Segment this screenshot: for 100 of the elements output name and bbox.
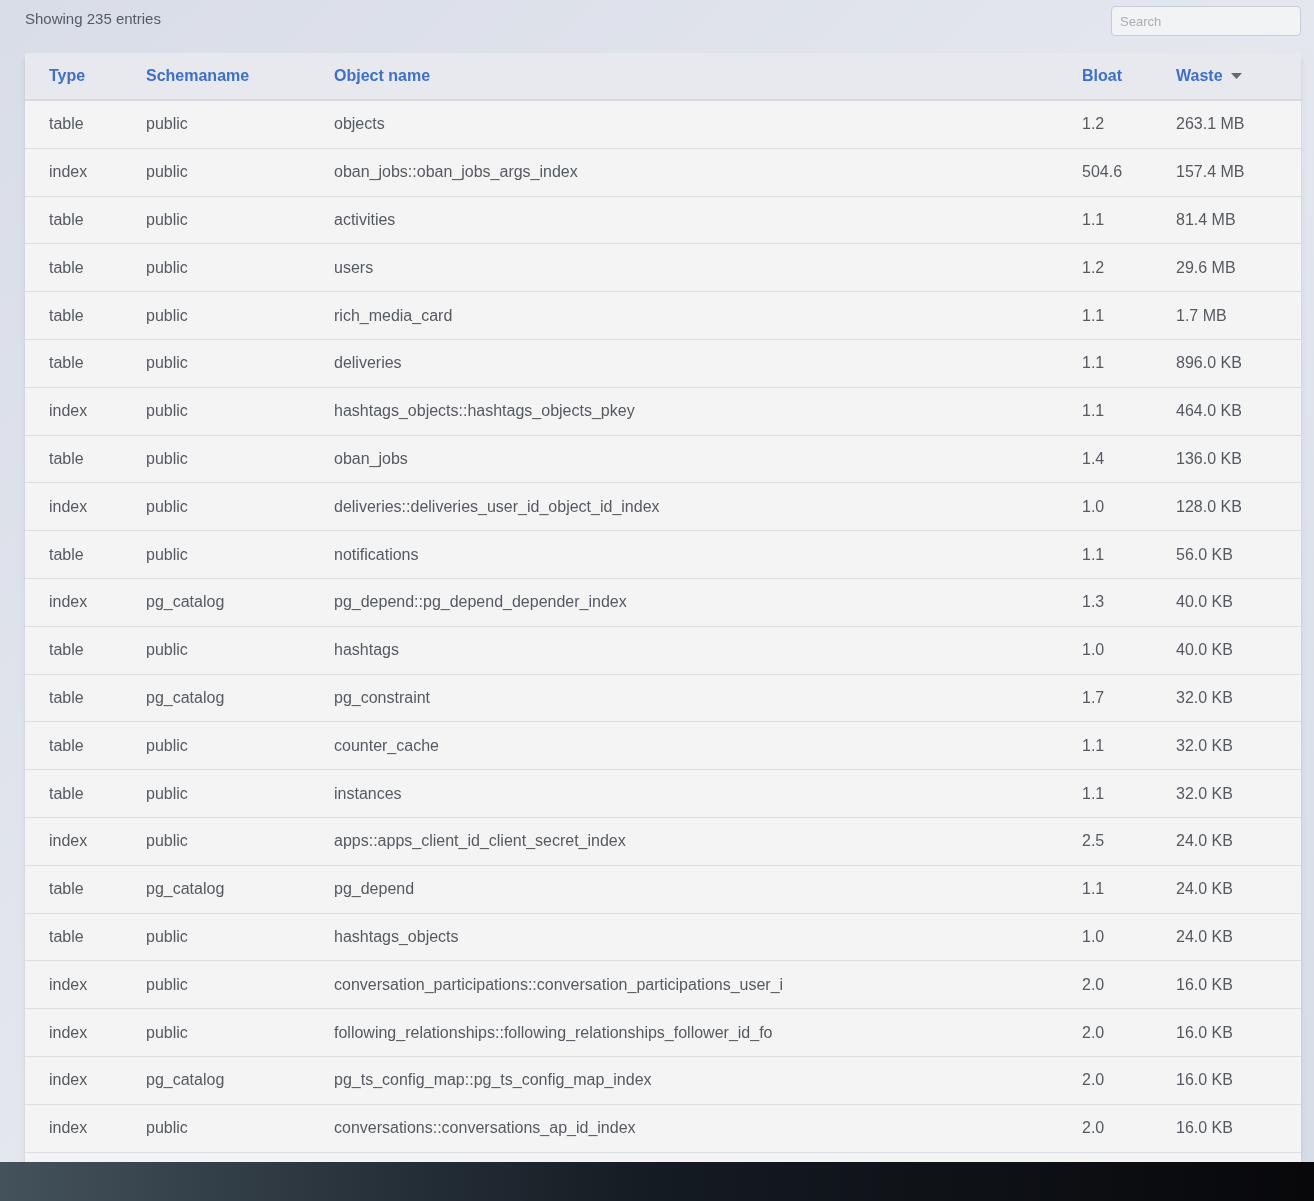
table-cell: public xyxy=(146,641,188,659)
table-cell: table xyxy=(49,354,84,372)
column-header[interactable]: Object name xyxy=(334,64,431,88)
table-cell: public xyxy=(146,1023,188,1041)
table-cell: pg_depend xyxy=(334,880,415,898)
table-cell: index xyxy=(49,1023,88,1041)
table-cell: users xyxy=(334,258,374,276)
table-cell: 1.0 xyxy=(1082,927,1105,945)
table-cell: 1.3 xyxy=(1082,593,1105,611)
table-cell: objects xyxy=(334,115,385,133)
table-cell: 2.0 xyxy=(1082,1023,1105,1041)
table-cell: oban_jobs xyxy=(334,449,408,467)
table-cell: table xyxy=(49,641,84,659)
table-cell: 2.0 xyxy=(1082,975,1105,993)
table-cell: conversation_participations::conversation_participations_user_i xyxy=(334,975,784,993)
table-cell: table xyxy=(49,927,84,945)
table-cell: 16.0 KB xyxy=(1176,1071,1233,1089)
table-cell: pg_catalog xyxy=(146,593,225,611)
table-cell: 1.7 xyxy=(1082,688,1105,706)
table-cell: 1.1 xyxy=(1082,402,1105,420)
table-cell: table xyxy=(49,115,84,133)
table-cell: conversations::conversations_ap_id_index xyxy=(334,1119,636,1137)
table-cell: deliveries::deliveries_user_id_object_id_index xyxy=(334,497,660,515)
table-cell: 464.0 KB xyxy=(1176,402,1242,420)
table-cell: 40.0 KB xyxy=(1176,593,1233,611)
table-cell: oban_jobs::oban_jobs_args_index xyxy=(334,163,578,181)
table-cell: index xyxy=(49,1071,88,1089)
table-cell: 263.1 MB xyxy=(1176,115,1245,133)
table-cell: 24.0 KB xyxy=(1176,927,1233,945)
column-header[interactable]: Schemaname xyxy=(146,64,250,88)
table-cell: 16.0 KB xyxy=(1176,1119,1233,1137)
table-cell: hashtags_objects::hashtags_objects_pkey xyxy=(334,402,635,420)
table-cell: table xyxy=(49,736,84,754)
table-cell: index xyxy=(49,975,88,993)
table-cell: public xyxy=(146,784,188,802)
column-header[interactable]: Type xyxy=(49,64,86,88)
table-cell: table xyxy=(49,880,84,898)
table-cell: 1.1 xyxy=(1082,880,1105,898)
table-cell: table xyxy=(49,545,84,563)
table-cell: public xyxy=(146,927,188,945)
table-cell: 1.1 xyxy=(1082,306,1105,324)
table-cell: 1.1 xyxy=(1082,354,1105,372)
table-cell: 1.0 xyxy=(1082,641,1105,659)
table-cell: notifications xyxy=(334,545,419,563)
table-cell: index xyxy=(49,593,88,611)
table-cell: 128.0 KB xyxy=(1176,497,1242,515)
table-cell: table xyxy=(49,306,84,324)
table-cell: 56.0 KB xyxy=(1176,545,1233,563)
table-cell: table xyxy=(49,688,84,706)
table-cell: table xyxy=(49,258,84,276)
table-cell: 29.6 MB xyxy=(1176,258,1236,276)
table-cell: 157.4 MB xyxy=(1176,163,1245,181)
table-cell: 24.0 KB xyxy=(1176,832,1233,850)
table-cell: table xyxy=(49,449,84,467)
table-cell: 1.1 xyxy=(1082,545,1105,563)
table-cell: activities xyxy=(334,211,396,228)
table-cell: pg_catalog xyxy=(146,880,225,898)
table-cell: public xyxy=(146,832,188,850)
table-cell: index xyxy=(49,1119,88,1137)
table-cell: public xyxy=(146,497,188,515)
table-cell: 1.1 xyxy=(1082,211,1105,228)
table-cell: 81.4 MB xyxy=(1176,211,1236,228)
table-cell: public xyxy=(146,354,188,372)
table-cell: 2.0 xyxy=(1082,1119,1105,1137)
entries-count: Showing 235 entries xyxy=(25,9,161,29)
table-cell: 24.0 KB xyxy=(1176,880,1233,898)
table-cell: pg_catalog xyxy=(146,1071,225,1089)
table-cell: public xyxy=(146,975,188,993)
table-cell: rich_media_card xyxy=(334,306,453,324)
column-header[interactable]: Waste xyxy=(1176,64,1242,88)
table-cell: index xyxy=(49,832,88,850)
table-cell: 16.0 KB xyxy=(1176,1023,1233,1041)
table-cell: public xyxy=(146,545,188,563)
table-cell: 1.2 xyxy=(1082,115,1105,133)
table-cell: index xyxy=(49,402,88,420)
table-cell: 2.5 xyxy=(1082,832,1105,850)
table-cell: deliveries xyxy=(334,354,402,372)
table-cell: 16.0 KB xyxy=(1176,975,1233,993)
table-cell: public xyxy=(146,211,188,228)
table-cell: public xyxy=(146,115,188,133)
table-cell: public xyxy=(146,736,188,754)
table-cell: 1.0 xyxy=(1082,497,1105,515)
table-cell: table xyxy=(49,211,84,228)
table-cell: pg_catalog xyxy=(146,688,225,706)
table-cell: index xyxy=(49,163,88,181)
search-field[interactable]: Search xyxy=(1111,6,1301,36)
table-cell: 2.0 xyxy=(1082,1071,1105,1089)
caret-down-icon xyxy=(1230,73,1242,79)
table-cell: following_relationships::following_relationships_follower_id_fo xyxy=(334,1023,773,1041)
table-cell: public xyxy=(146,1119,188,1137)
table-cell: public xyxy=(146,306,188,324)
table-cell: pg_ts_config_map::pg_ts_config_map_index xyxy=(334,1071,652,1089)
table-cell: 1.2 xyxy=(1082,258,1105,276)
table-cell: hashtags xyxy=(334,641,399,659)
column-header[interactable]: Bloat xyxy=(1082,64,1122,88)
table-cell: 32.0 KB xyxy=(1176,736,1233,754)
table-cell: 40.0 KB xyxy=(1176,641,1233,659)
table-cell: public xyxy=(146,449,188,467)
table-cell: public xyxy=(146,163,188,181)
table-cell: 504.6 xyxy=(1082,163,1123,181)
